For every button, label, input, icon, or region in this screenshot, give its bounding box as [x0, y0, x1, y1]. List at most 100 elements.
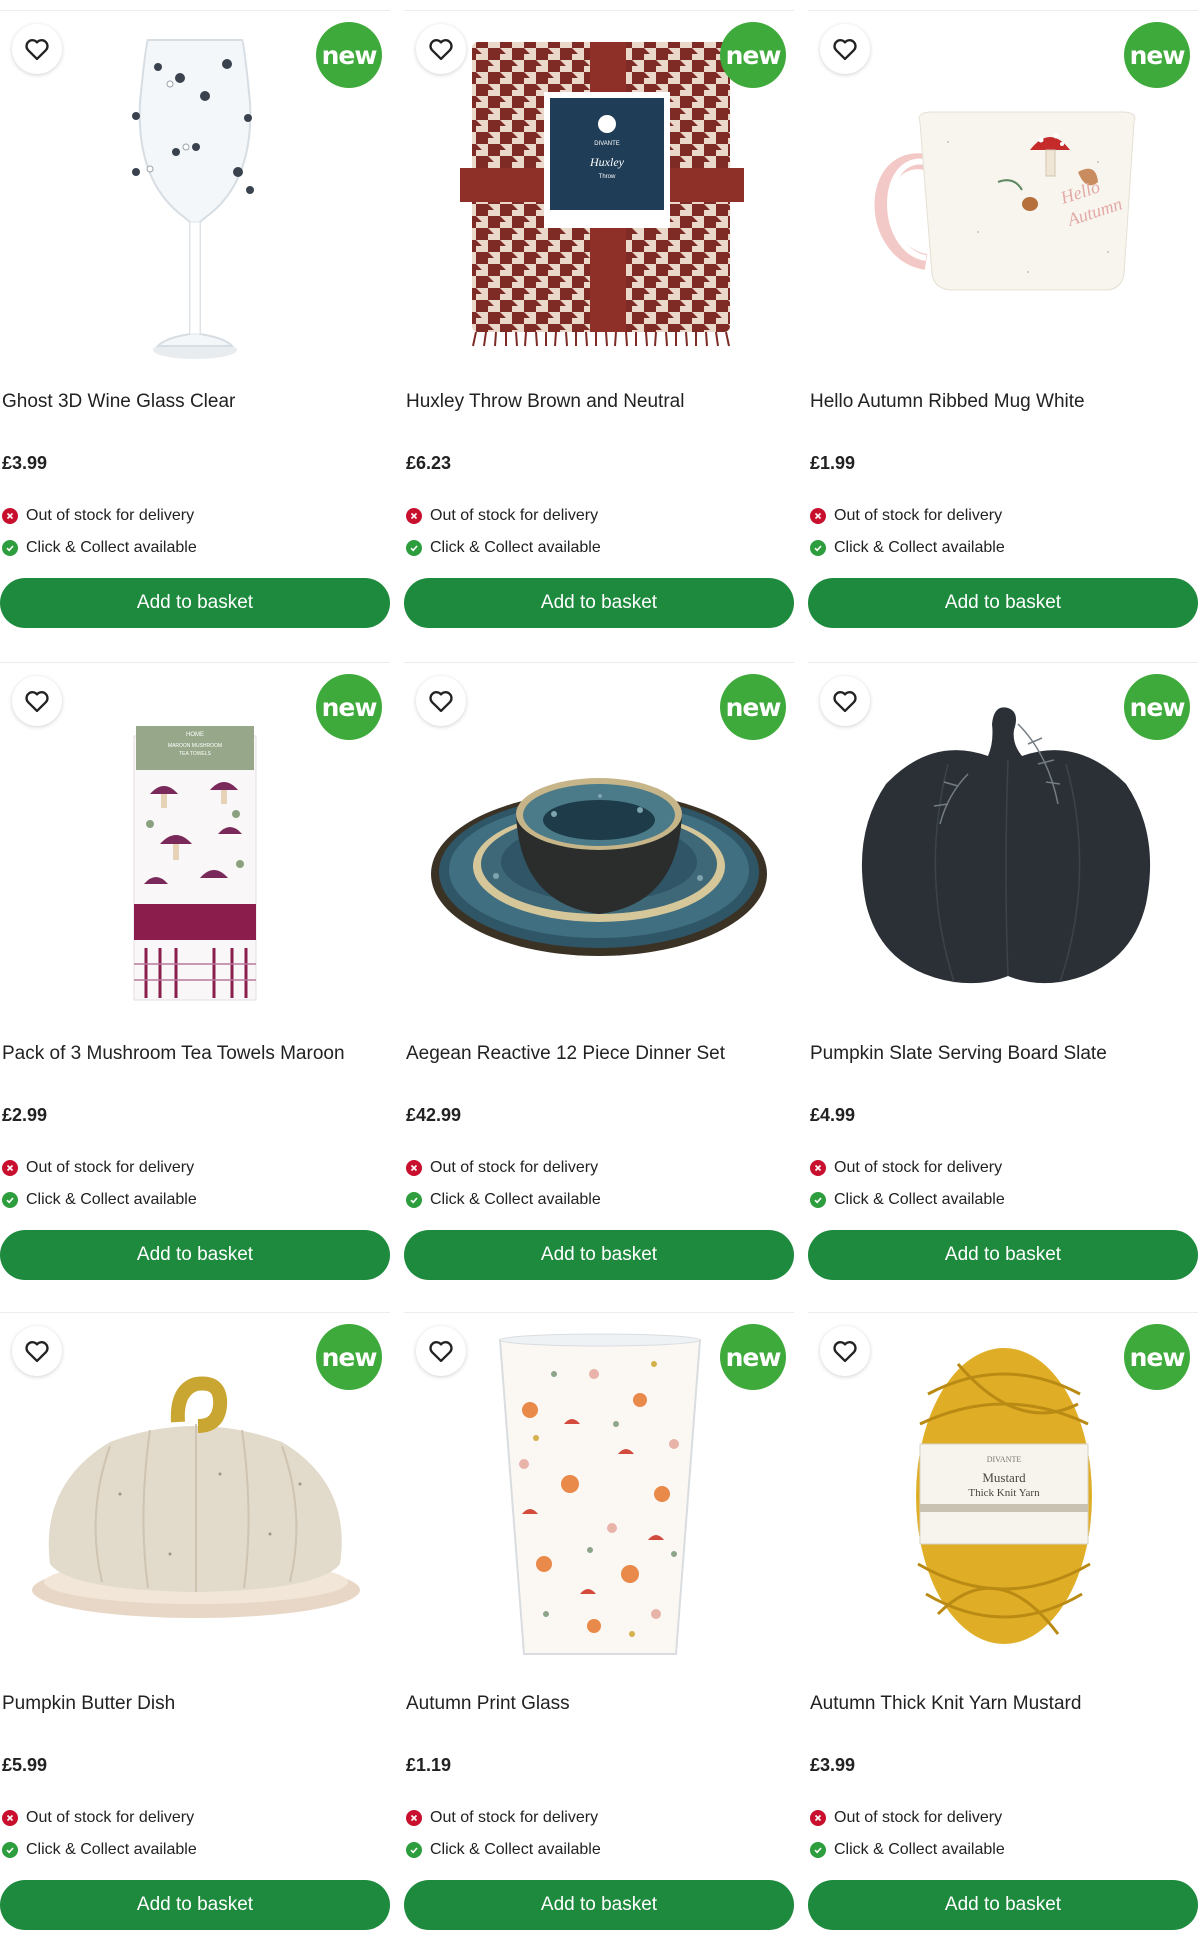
product-price: £42.99	[406, 1105, 462, 1125]
heart-outline-icon	[25, 691, 49, 713]
heart-outline-icon	[429, 1341, 453, 1363]
collect-status-text: Click & Collect available	[834, 1841, 1005, 1858]
delivery-status: Out of stock for delivery	[406, 505, 598, 527]
product-price: £1.19	[406, 1755, 452, 1775]
delivery-status: Out of stock for delivery	[2, 1807, 194, 1829]
collect-status-text: Click & Collect available	[26, 539, 197, 556]
product-card[interactable]: HOME MAROON MUSHROOM TEA TOWELS new Pack…	[0, 652, 390, 1292]
cross-circle-icon	[2, 1810, 18, 1826]
add-to-basket-button[interactable]: Add to basket	[404, 578, 794, 628]
collect-status: Click & Collect available	[406, 537, 601, 559]
collect-status-text: Click & Collect available	[834, 539, 1005, 556]
product-title[interactable]: Huxley Throw Brown and Neutral	[406, 390, 791, 414]
heart-outline-icon	[833, 1341, 857, 1363]
delivery-status-text: Out of stock for delivery	[834, 1809, 1003, 1826]
favourite-button[interactable]	[416, 24, 466, 74]
heart-outline-icon	[833, 39, 857, 61]
cross-circle-icon	[406, 1810, 422, 1826]
collect-status-text: Click & Collect available	[430, 1191, 601, 1208]
add-to-basket-button[interactable]: Add to basket	[808, 1880, 1198, 1930]
product-price: £3.99	[810, 1755, 856, 1775]
favourite-button[interactable]	[12, 1326, 62, 1376]
heart-outline-icon	[429, 691, 453, 713]
check-circle-icon	[2, 540, 18, 556]
check-circle-icon	[2, 1842, 18, 1858]
cross-circle-icon	[2, 1160, 18, 1176]
favourite-button[interactable]	[416, 676, 466, 726]
product-title[interactable]: Autumn Thick Knit Yarn Mustard	[810, 1692, 1195, 1716]
throw-name-text: Huxley	[589, 155, 625, 169]
towel-brand-text: HOME	[186, 732, 204, 738]
product-title[interactable]: Ghost 3D Wine Glass Clear	[2, 390, 387, 414]
collect-status: Click & Collect available	[2, 1189, 197, 1211]
product-card[interactable]: Hello Autumn new Hello Autumn Ribbed Mug…	[808, 0, 1198, 640]
yarn-type-text: Thick Knit Yarn	[968, 1487, 1040, 1499]
delivery-status-text: Out of stock for delivery	[430, 1809, 599, 1826]
collect-status: Click & Collect available	[406, 1839, 601, 1861]
favourite-button[interactable]	[820, 676, 870, 726]
add-to-basket-button[interactable]: Add to basket	[404, 1880, 794, 1930]
collect-status: Click & Collect available	[406, 1189, 601, 1211]
new-badge: new	[720, 22, 786, 88]
favourite-button[interactable]	[12, 676, 62, 726]
heart-outline-icon	[429, 39, 453, 61]
cross-circle-icon	[406, 1160, 422, 1176]
product-title[interactable]: Pumpkin Slate Serving Board Slate	[810, 1042, 1195, 1066]
cross-circle-icon	[810, 1810, 826, 1826]
favourite-button[interactable]	[416, 1326, 466, 1376]
new-badge: new	[316, 22, 382, 88]
collect-status: Click & Collect available	[2, 537, 197, 559]
check-circle-icon	[406, 540, 422, 556]
product-price: £3.99	[2, 453, 48, 473]
add-to-basket-button[interactable]: Add to basket	[0, 1880, 390, 1930]
new-badge: new	[720, 674, 786, 740]
favourite-button[interactable]	[820, 24, 870, 74]
add-to-basket-button[interactable]: Add to basket	[404, 1230, 794, 1280]
favourite-button[interactable]	[12, 24, 62, 74]
product-grid: new Ghost 3D Wine Glass Clear £3.99 Out …	[0, 0, 1200, 1932]
check-circle-icon	[810, 1192, 826, 1208]
check-circle-icon	[2, 1192, 18, 1208]
yarn-brand-text: DIVANTE	[987, 1455, 1022, 1464]
delivery-status-text: Out of stock for delivery	[26, 1809, 195, 1826]
product-title[interactable]: Pack of 3 Mushroom Tea Towels Maroon	[2, 1042, 387, 1066]
delivery-status-text: Out of stock for delivery	[26, 507, 195, 524]
delivery-status-text: Out of stock for delivery	[430, 507, 599, 524]
favourite-button[interactable]	[820, 1326, 870, 1376]
delivery-status: Out of stock for delivery	[810, 1157, 1002, 1179]
product-card[interactable]: DIVANTE Huxley Throw new Huxley Throw Br…	[404, 0, 794, 640]
add-to-basket-button[interactable]: Add to basket	[0, 1230, 390, 1280]
add-to-basket-button[interactable]: Add to basket	[808, 578, 1198, 628]
delivery-status-text: Out of stock for delivery	[834, 507, 1003, 524]
product-card[interactable]: new Autumn Print Glass £1.19 Out of stoc…	[404, 1302, 794, 1942]
collect-status: Click & Collect available	[810, 1189, 1005, 1211]
delivery-status: Out of stock for delivery	[810, 505, 1002, 527]
product-card[interactable]: new Aegean Reactive 12 Piece Dinner Set …	[404, 652, 794, 1292]
product-card[interactable]: new Pumpkin Slate Serving Board Slate £4…	[808, 652, 1198, 1292]
product-title[interactable]: Pumpkin Butter Dish	[2, 1692, 387, 1716]
throw-type-text: Throw	[599, 174, 616, 180]
product-price: £4.99	[810, 1105, 856, 1125]
delivery-status: Out of stock for delivery	[406, 1807, 598, 1829]
delivery-status-text: Out of stock for delivery	[26, 1159, 195, 1176]
check-circle-icon	[406, 1842, 422, 1858]
delivery-status-text: Out of stock for delivery	[834, 1159, 1003, 1176]
new-badge: new	[1124, 22, 1190, 88]
new-badge: new	[316, 1324, 382, 1390]
towel-desc-text-2: TEA TOWELS	[179, 751, 211, 757]
add-to-basket-button[interactable]: Add to basket	[808, 1230, 1198, 1280]
product-title[interactable]: Aegean Reactive 12 Piece Dinner Set	[406, 1042, 791, 1066]
product-card[interactable]: new Ghost 3D Wine Glass Clear £3.99 Out …	[0, 0, 390, 640]
collect-status: Click & Collect available	[810, 537, 1005, 559]
cross-circle-icon	[2, 508, 18, 524]
product-title[interactable]: Hello Autumn Ribbed Mug White	[810, 390, 1195, 414]
product-card[interactable]: new Pumpkin Butter Dish £5.99 Out of sto…	[0, 1302, 390, 1942]
heart-outline-icon	[25, 39, 49, 61]
add-to-basket-button[interactable]: Add to basket	[0, 578, 390, 628]
product-price: £2.99	[2, 1105, 48, 1125]
product-price: £5.99	[2, 1755, 48, 1775]
delivery-status: Out of stock for delivery	[2, 1157, 194, 1179]
product-card[interactable]: DIVANTE Mustard Thick Knit Yarn new Autu…	[808, 1302, 1198, 1942]
new-badge: new	[720, 1324, 786, 1390]
product-title[interactable]: Autumn Print Glass	[406, 1692, 791, 1716]
